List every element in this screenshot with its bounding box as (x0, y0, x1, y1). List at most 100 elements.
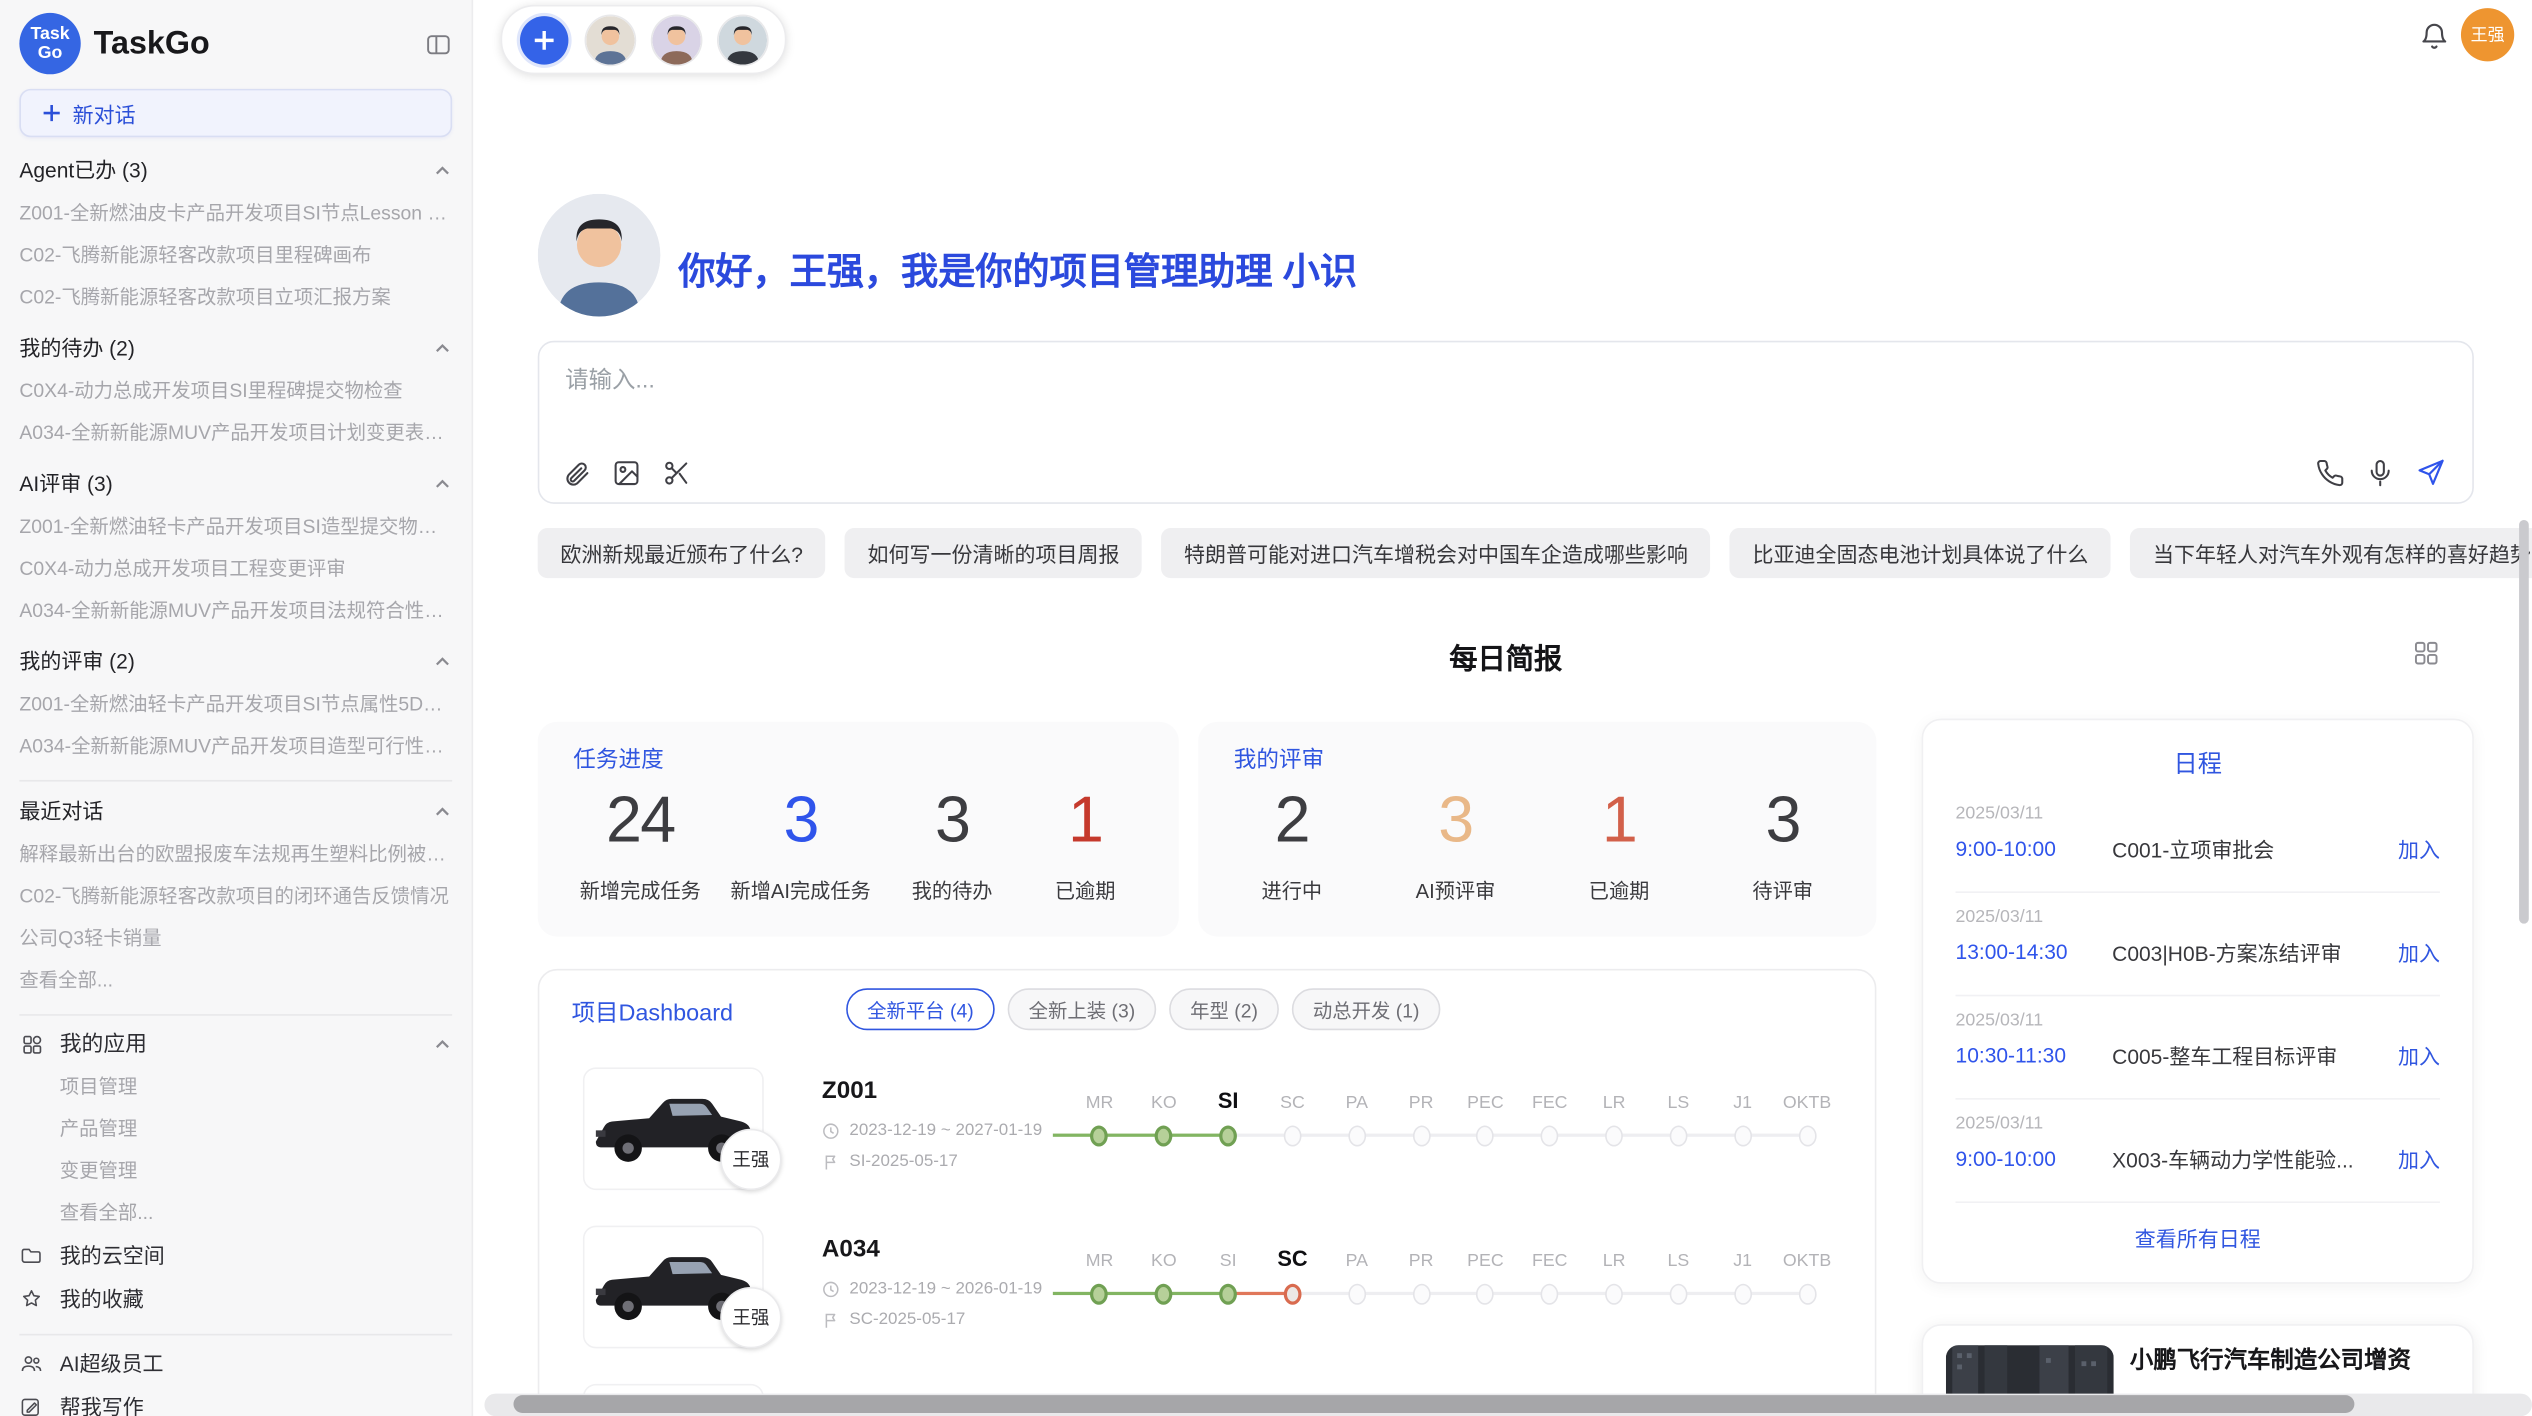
sidebar-section-recent[interactable]: 最近对话 (19, 791, 452, 833)
recent-chat-item[interactable]: 解释最新出台的欧盟报废车法规再生塑料比例被调至15%... (19, 833, 452, 875)
vertical-scrollbar-thumb[interactable] (2519, 520, 2529, 924)
stat-label: 我的待办 (912, 874, 993, 905)
recent-chat-item[interactable]: C02-飞腾新能源轻客改款项目的闭环通告反馈情况 (19, 875, 452, 917)
app-link[interactable]: 项目管理 (19, 1066, 452, 1108)
new-chat-button[interactable]: 新对话 (19, 89, 452, 137)
suggestion-chip[interactable]: 欧洲新规最近颁布了什么? (538, 528, 826, 578)
horizontal-scrollbar-thumb[interactable] (514, 1395, 2355, 1413)
sidebar-item[interactable]: C0X4-动力总成开发项目工程变更评审 (19, 547, 452, 589)
app-link[interactable]: 变更管理 (19, 1150, 452, 1192)
join-link[interactable]: 加入 (2398, 833, 2440, 864)
scissors-icon[interactable] (662, 459, 691, 488)
milestone-label: SC (1280, 1084, 1305, 1113)
avatar[interactable] (719, 15, 767, 63)
sidebar-link-folder[interactable]: 我的云空间 (19, 1234, 452, 1278)
bell-icon[interactable] (2419, 21, 2450, 52)
flag-icon (822, 1152, 840, 1170)
join-link[interactable]: 加入 (2398, 1040, 2440, 1071)
milestone: FEC (1518, 1242, 1582, 1305)
sidebar-item[interactable]: C0X4-动力总成开发项目SI里程碑提交物检查 (19, 370, 452, 412)
owner-avatar: 王强 (720, 1129, 781, 1190)
divider (19, 1334, 452, 1336)
stat-value: 3 (1766, 788, 1800, 853)
milestone-node (1669, 1284, 1687, 1305)
milestone-node (1541, 1126, 1559, 1147)
suggestion-chip[interactable]: 如何写一份清晰的项目周报 (845, 528, 1142, 578)
milestone: PEC (1453, 1242, 1517, 1305)
send-icon[interactable] (2416, 457, 2447, 488)
sidebar-item[interactable]: C02-飞腾新能源轻客改款项目立项汇报方案 (19, 276, 452, 318)
link-label: 我的云空间 (60, 1234, 165, 1278)
sidebar-item[interactable]: C02-飞腾新能源轻客改款项目里程碑画布 (19, 234, 452, 276)
task-progress-card: 任务进度 24新增完成任务3新增AI完成任务3我的待办1已逾期 (538, 722, 1179, 937)
recent-chat-item[interactable]: 公司Q3轻卡销量 (19, 917, 452, 959)
avatar[interactable] (586, 15, 634, 63)
milestone: MR (1067, 1084, 1131, 1147)
milestone: J1 (1711, 1242, 1775, 1305)
sidebar-item[interactable]: A034-全新新能源MUV产品开发项目法规符合性评审 (19, 589, 452, 631)
sidebar-item[interactable]: Z001-全新燃油皮卡产品开发项目SI节点Lesson Learn报告 (19, 192, 452, 234)
assistant-avatar (538, 194, 661, 317)
sidebar-item[interactable]: Z001-全新燃油轻卡产品开发项目SI节点属性5D文件评审 (19, 683, 452, 725)
stat-value: 3 (935, 788, 969, 853)
chevron-up-icon[interactable] (433, 652, 452, 671)
plus-icon (533, 28, 556, 51)
chevron-up-icon[interactable] (433, 161, 452, 180)
suggestion-chip[interactable]: 特朗普可能对进口汽车增税会对中国车企造成哪些影响 (1161, 528, 1710, 578)
event-date: 2025/03/11 (1956, 1011, 2044, 1030)
sidebar-section-header[interactable]: Agent已办 (3) (19, 150, 452, 192)
join-link[interactable]: 加入 (2398, 1143, 2440, 1174)
dashboard-tab[interactable]: 全新平台 (4) (846, 988, 995, 1030)
sidebar-item[interactable]: A034-全新新能源MUV产品开发项目造型可行性评审 (19, 725, 452, 767)
paperclip-icon[interactable] (562, 459, 591, 488)
layout-grid-icon[interactable] (2413, 639, 2440, 666)
milestone: J1 (1711, 1084, 1775, 1147)
add-session-button[interactable] (520, 15, 568, 63)
sidebar-link-star[interactable]: 我的收藏 (19, 1277, 452, 1321)
suggestion-chip[interactable]: 比亚迪全固态电池计划具体说了什么 (1730, 528, 2111, 578)
chevron-up-icon[interactable] (433, 339, 452, 358)
project-row[interactable]: 王强A0342023-12-19 ~ 2026-01-19SC-2025-05-… (539, 1209, 1874, 1367)
avatar[interactable] (652, 15, 700, 63)
join-link[interactable]: 加入 (2398, 937, 2440, 968)
sidebar-section-header[interactable]: 我的评审 (2) (19, 641, 452, 683)
phone-icon[interactable] (2316, 458, 2345, 487)
news-title: 小鹏飞行汽车制造公司增资 (2130, 1342, 2411, 1376)
milestone: SI (1196, 1084, 1260, 1147)
dashboard-tab[interactable]: 年型 (2) (1169, 988, 1279, 1030)
sidebar-header: Task Go TaskGo (0, 0, 472, 84)
composer-input[interactable] (562, 358, 2345, 439)
sidebar-item[interactable]: Z001-全新燃油轻卡产品开发项目SI造型提交物评审 (19, 505, 452, 547)
dashboard-tab[interactable]: 动总开发 (1) (1292, 988, 1441, 1030)
sidebar-link-people[interactable]: AI超级员工 (19, 1342, 452, 1386)
chevron-up-icon[interactable] (433, 1034, 452, 1053)
image-icon[interactable] (612, 459, 641, 488)
stat: 1已逾期 (1567, 788, 1670, 904)
project-row[interactable]: 王强Z0012023-12-19 ~ 2027-01-19SI-2025-05-… (539, 1051, 1874, 1209)
recent-chat-item[interactable]: 查看全部... (19, 959, 452, 1001)
project-dates: 2023-12-19 ~ 2026-01-19 (822, 1279, 1042, 1298)
suggestion-chip[interactable]: 当下年轻人对汽车外观有怎样的喜好趋势 (2130, 528, 2532, 578)
flag-icon (822, 1310, 840, 1328)
sidebar-item[interactable]: A034-全新新能源MUV产品开发项目计划变更表编写 (19, 412, 452, 454)
dashboard-tab[interactable]: 全新上装 (3) (1008, 988, 1157, 1030)
chevron-up-icon[interactable] (433, 475, 452, 494)
sidebar-section-header[interactable]: 我的待办 (2) (19, 328, 452, 370)
mic-icon[interactable] (2366, 458, 2395, 487)
sidebar-item-my-apps[interactable]: 我的应用 (19, 1022, 452, 1066)
milestone: KO (1132, 1242, 1196, 1305)
chevron-up-icon[interactable] (433, 803, 452, 822)
user-avatar[interactable]: 王强 (2461, 8, 2514, 61)
app-link[interactable]: 产品管理 (19, 1108, 452, 1150)
sidebar-link-write[interactable]: 帮我写作 (19, 1385, 452, 1416)
milestone-node (1284, 1284, 1302, 1305)
milestone-label: OKTB (1783, 1242, 1831, 1271)
milestone-label: LS (1667, 1084, 1689, 1113)
folder-icon (19, 1243, 43, 1267)
project-dashboard: 项目Dashboard 全新平台 (4)全新上装 (3)年型 (2)动总开发 (… (538, 969, 1877, 1416)
panel-collapse-icon[interactable] (425, 30, 452, 57)
sidebar-section-header[interactable]: AI评审 (3) (19, 463, 452, 505)
view-all-schedule-link[interactable]: 查看所有日程 (1923, 1222, 2472, 1253)
app-link[interactable]: 查看全部... (19, 1192, 452, 1234)
milestone-node (1155, 1284, 1173, 1305)
